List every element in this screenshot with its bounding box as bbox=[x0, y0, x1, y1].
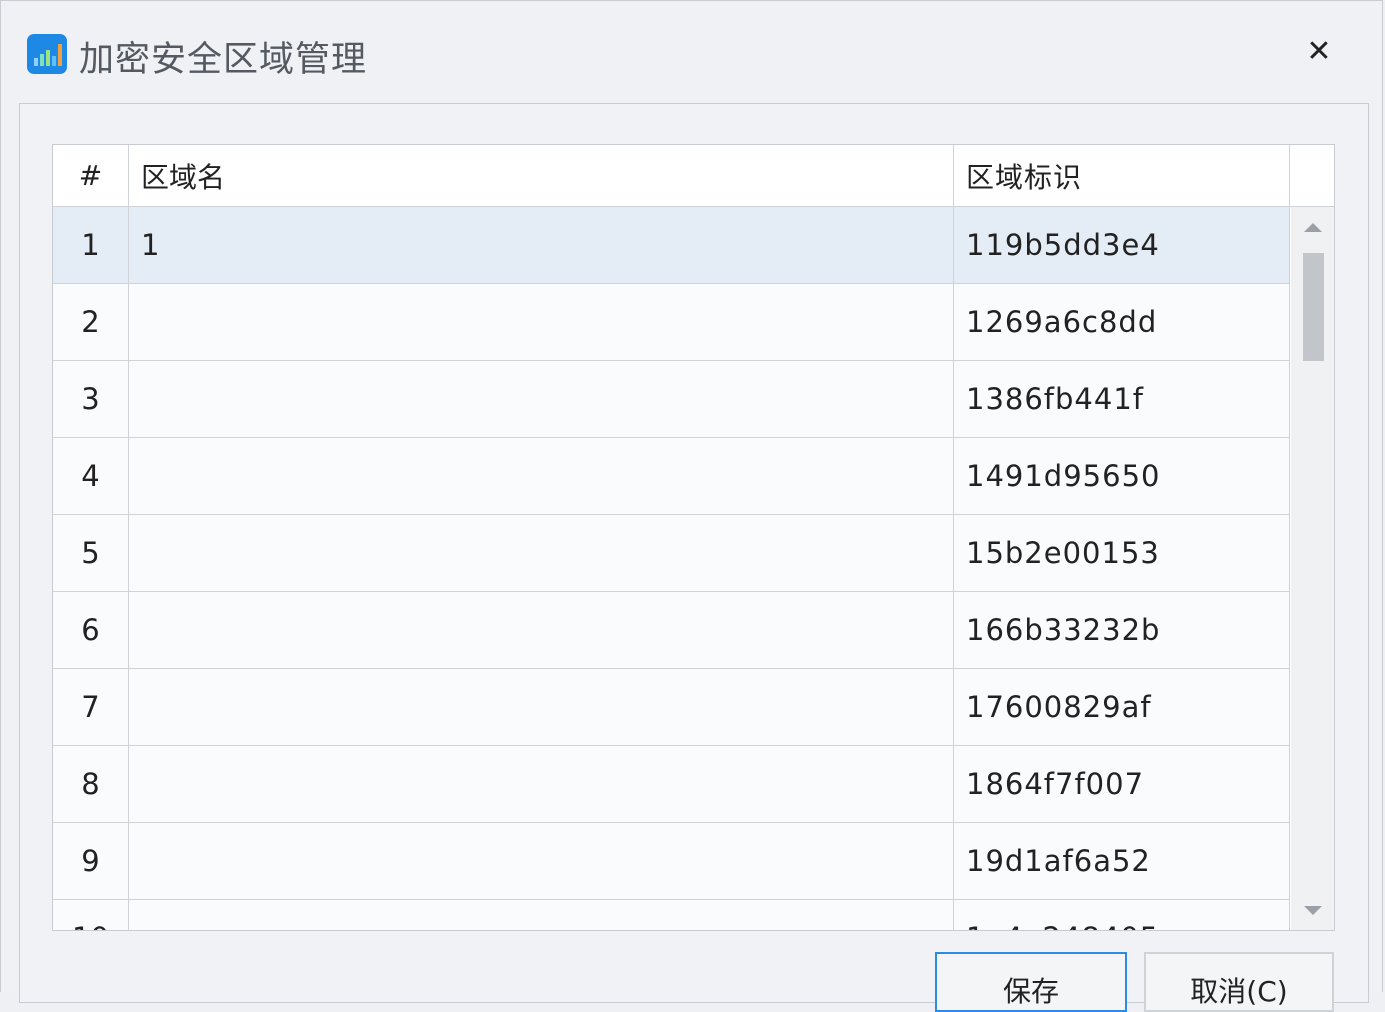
zone-id-cell: 1386fb441f bbox=[954, 361, 1290, 437]
title-bar: 加密安全区域管理 ✕ bbox=[1, 1, 1382, 101]
vertical-scrollbar[interactable] bbox=[1291, 207, 1334, 930]
column-header-zone-name[interactable]: 区域名 bbox=[129, 145, 954, 206]
zone-name-cell[interactable] bbox=[129, 361, 954, 437]
window-title: 加密安全区域管理 bbox=[79, 40, 368, 80]
table-row[interactable]: 1 1 119b5dd3e4 bbox=[53, 207, 1290, 284]
zone-name-cell[interactable] bbox=[129, 592, 954, 668]
zone-id-cell: 1864f7f007 bbox=[954, 746, 1290, 822]
app-logo-icon bbox=[27, 34, 67, 74]
table-row[interactable]: 5 15b2e00153 bbox=[53, 515, 1290, 592]
zone-name-cell[interactable] bbox=[129, 823, 954, 899]
row-index: 9 bbox=[53, 823, 129, 899]
table-header: # 区域名 区域标识 bbox=[53, 145, 1334, 207]
zone-id-cell: 17600829af bbox=[954, 669, 1290, 745]
row-index: 10 bbox=[53, 900, 129, 930]
save-button[interactable]: 保存 bbox=[935, 952, 1127, 1012]
row-index: 7 bbox=[53, 669, 129, 745]
column-header-spacer bbox=[1290, 145, 1334, 206]
table-row[interactable]: 3 1386fb441f bbox=[53, 361, 1290, 438]
column-header-index[interactable]: # bbox=[53, 145, 129, 206]
table-row[interactable]: 10 1a4e248405 bbox=[53, 900, 1290, 930]
row-index: 2 bbox=[53, 284, 129, 360]
table-row[interactable]: 9 19d1af6a52 bbox=[53, 823, 1290, 900]
scroll-up-icon[interactable] bbox=[1304, 223, 1322, 232]
table-row[interactable]: 2 1269a6c8dd bbox=[53, 284, 1290, 361]
zone-name-cell[interactable] bbox=[129, 284, 954, 360]
zone-name-cell[interactable] bbox=[129, 746, 954, 822]
zone-id-cell: 19d1af6a52 bbox=[954, 823, 1290, 899]
scroll-down-icon[interactable] bbox=[1304, 906, 1322, 915]
zone-name-cell[interactable] bbox=[129, 900, 954, 930]
scrollbar-thumb[interactable] bbox=[1303, 253, 1324, 361]
zone-id-cell: 1a4e248405 bbox=[954, 900, 1290, 930]
row-index: 3 bbox=[53, 361, 129, 437]
row-index: 6 bbox=[53, 592, 129, 668]
zone-id-cell: 1491d95650 bbox=[954, 438, 1290, 514]
row-index: 5 bbox=[53, 515, 129, 591]
table-row[interactable]: 7 17600829af bbox=[53, 669, 1290, 746]
zone-id-cell: 15b2e00153 bbox=[954, 515, 1290, 591]
zone-id-cell: 166b33232b bbox=[954, 592, 1290, 668]
zone-name-cell[interactable] bbox=[129, 515, 954, 591]
table-row[interactable]: 8 1864f7f007 bbox=[53, 746, 1290, 823]
table-row[interactable]: 4 1491d95650 bbox=[53, 438, 1290, 515]
zone-id-cell: 119b5dd3e4 bbox=[954, 207, 1290, 283]
zone-name-cell[interactable] bbox=[129, 438, 954, 514]
row-index: 8 bbox=[53, 746, 129, 822]
zone-id-cell: 1269a6c8dd bbox=[954, 284, 1290, 360]
row-index: 4 bbox=[53, 438, 129, 514]
zone-name-cell[interactable]: 1 bbox=[129, 207, 954, 283]
column-header-zone-id[interactable]: 区域标识 bbox=[954, 145, 1290, 206]
row-index: 1 bbox=[53, 207, 129, 283]
cancel-button[interactable]: 取消(C) bbox=[1144, 952, 1334, 1012]
close-icon[interactable]: ✕ bbox=[1301, 34, 1337, 70]
zone-table: # 区域名 区域标识 1 1 119b5dd3e4 2 1269a6c8dd 3 1386f… bbox=[52, 144, 1335, 931]
zone-name-cell[interactable] bbox=[129, 669, 954, 745]
table-row[interactable]: 6 166b33232b bbox=[53, 592, 1290, 669]
